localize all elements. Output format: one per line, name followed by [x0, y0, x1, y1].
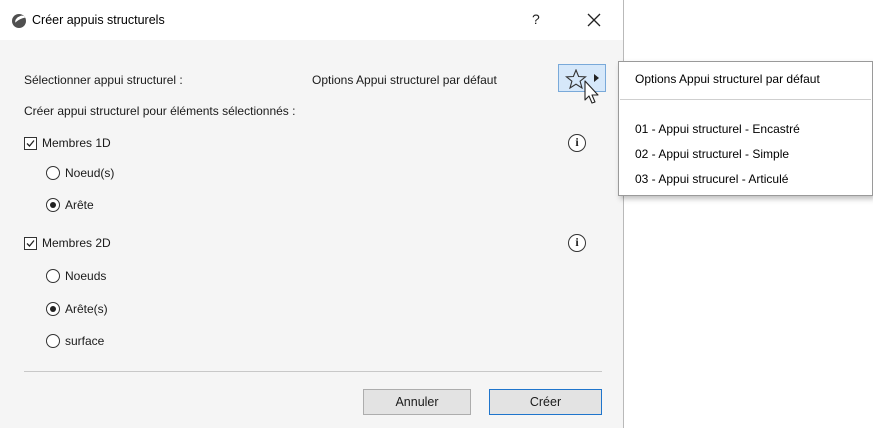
members-1d-checkbox[interactable] — [24, 137, 37, 150]
selected-support-value: Options Appui structurel par défaut — [312, 73, 497, 87]
menu-item-simple[interactable]: 02 - Appui structurel - Simple — [635, 147, 789, 161]
create-button[interactable]: Créer — [489, 389, 602, 415]
radio-2d-nodes-label: Noeuds — [65, 269, 107, 283]
footer-divider — [24, 371, 602, 372]
radio-1d-edge-label: Arête — [65, 198, 94, 212]
close-icon — [587, 13, 601, 27]
menu-item-encastre[interactable]: 01 - Appui structurel - Encastré — [635, 122, 800, 136]
radio-1d-edge[interactable] — [46, 198, 60, 212]
menu-item-articule[interactable]: 03 - Appui strucurel - Articulé — [635, 172, 788, 186]
select-support-label: Sélectionner appui structurel : — [24, 73, 183, 87]
radio-2d-edges-label: Arête(s) — [65, 302, 108, 316]
cancel-button[interactable]: Annuler — [363, 389, 471, 415]
radio-2d-surface[interactable] — [46, 334, 60, 348]
menu-divider — [620, 99, 871, 100]
radio-2d-surface-label: surface — [65, 334, 105, 348]
menu-item-default[interactable]: Options Appui structurel par défaut — [635, 72, 820, 86]
help-button[interactable]: ? — [532, 11, 540, 27]
dialog-window: Créer appuis structurels ? Sélectionner … — [0, 0, 624, 428]
title-bar: Créer appuis structurels ? — [0, 0, 623, 40]
members-2d-label: Membres 2D — [42, 236, 111, 250]
mouse-cursor-icon — [584, 80, 599, 104]
info-icon[interactable]: i — [568, 234, 586, 252]
close-button[interactable] — [582, 8, 606, 32]
members-2d-checkbox[interactable] — [24, 237, 37, 250]
support-options-menu: Options Appui structurel par défaut 01 -… — [618, 61, 873, 196]
radio-1d-nodes-label: Noeud(s) — [65, 166, 115, 180]
radio-2d-edges[interactable] — [46, 302, 60, 316]
create-for-selection-label: Créer appui structurel pour éléments sél… — [24, 104, 296, 118]
members-1d-label: Membres 1D — [42, 136, 111, 150]
app-logo-icon — [12, 14, 26, 28]
info-icon[interactable]: i — [568, 134, 586, 152]
checkmark-icon — [26, 140, 35, 147]
radio-2d-nodes[interactable] — [46, 269, 60, 283]
dialog-title: Créer appuis structurels — [32, 13, 165, 27]
radio-1d-nodes[interactable] — [46, 166, 60, 180]
checkmark-icon — [26, 240, 35, 247]
